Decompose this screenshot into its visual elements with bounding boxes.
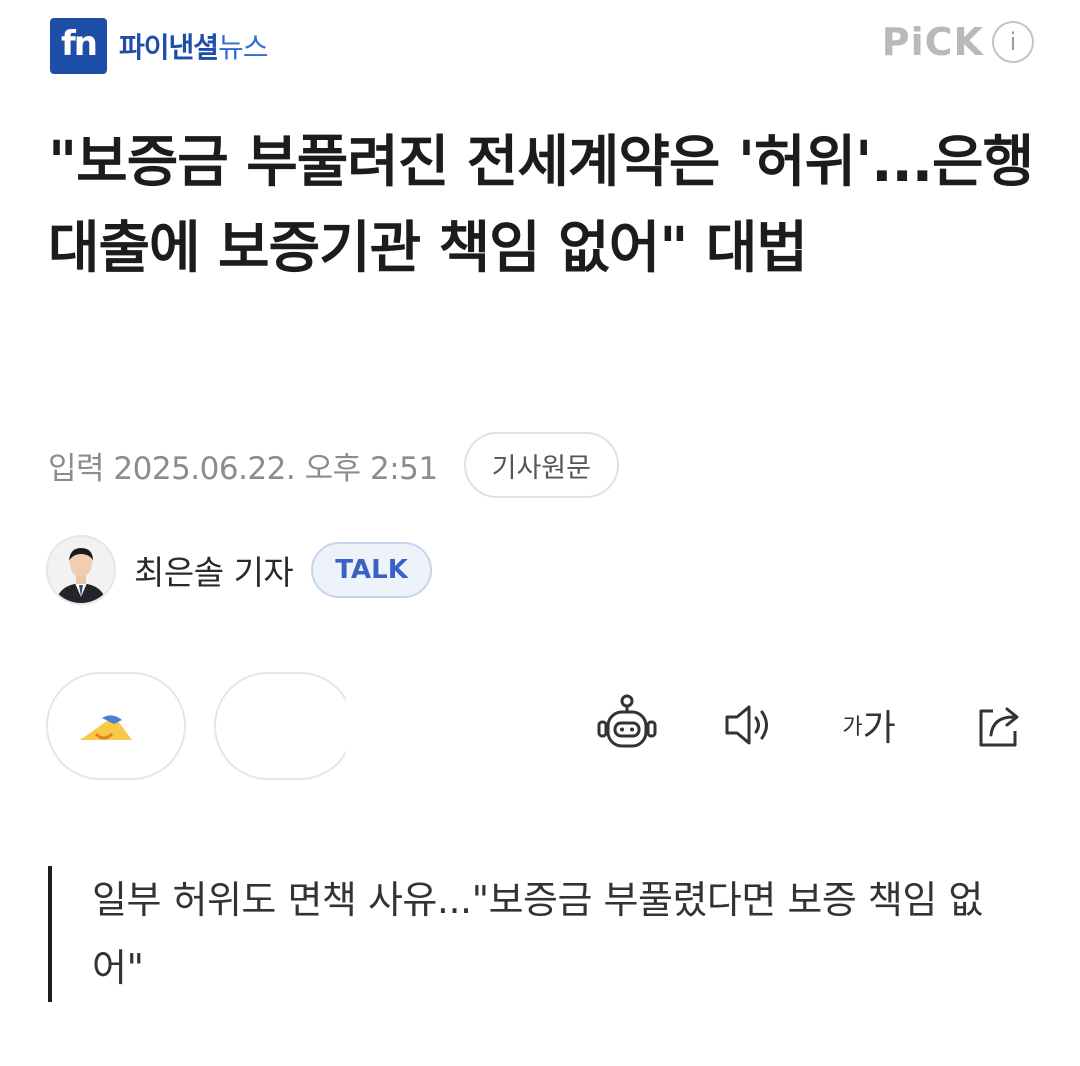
talk-button[interactable]: TALK bbox=[311, 542, 432, 598]
ai-summary-button[interactable] bbox=[592, 690, 662, 760]
pick-badge[interactable]: PiCK i bbox=[882, 20, 1034, 64]
ai-summary-robot-icon bbox=[597, 694, 657, 748]
share-button[interactable] bbox=[964, 690, 1034, 760]
logo-mark-text: fn bbox=[61, 24, 98, 64]
author-name[interactable]: 최은솔 기자 bbox=[134, 546, 294, 594]
info-icon[interactable]: i bbox=[992, 21, 1034, 63]
header: fn 파이낸셜뉴스 PiCK i bbox=[0, 0, 1080, 90]
article-meta: 입력 2025.06.22. 오후 2:51 기사원문 bbox=[48, 432, 619, 498]
publish-date: 입력 2025.06.22. 오후 2:51 bbox=[48, 450, 438, 487]
font-size-small-label: 가 bbox=[842, 715, 863, 740]
logo-wordmark: 파이낸셜뉴스 bbox=[119, 26, 269, 66]
font-size-large-label: 가 bbox=[862, 708, 896, 749]
share-icon bbox=[979, 707, 1019, 747]
publisher-logo[interactable]: fn 파이낸셜뉴스 bbox=[50, 18, 269, 74]
avatar[interactable] bbox=[46, 535, 116, 605]
logo-mark: fn bbox=[50, 18, 107, 74]
speaker-icon bbox=[725, 705, 768, 745]
font-size-button[interactable]: 가가 bbox=[834, 690, 904, 760]
logo-name: 파이낸셜 bbox=[119, 31, 219, 64]
avatar-portrait-icon bbox=[48, 537, 114, 603]
logo-news: 뉴스 bbox=[218, 31, 269, 64]
article-subheading: 일부 허위도 면책 사유..."보증금 부풀렸다면 보증 책임 없어" bbox=[48, 866, 1008, 1002]
article-title: "보증금 부풀려진 전세계약은 '허위'...은행 대출에 보증기관 책임 없어… bbox=[48, 130, 1034, 281]
article-toolbar: 가가 bbox=[0, 690, 1080, 760]
author-row: 최은솔 기자 TALK bbox=[46, 535, 432, 605]
text-to-speech-button[interactable] bbox=[712, 690, 782, 760]
original-article-button[interactable]: 기사원문 bbox=[463, 432, 619, 498]
pick-label: PiCK bbox=[881, 20, 984, 64]
